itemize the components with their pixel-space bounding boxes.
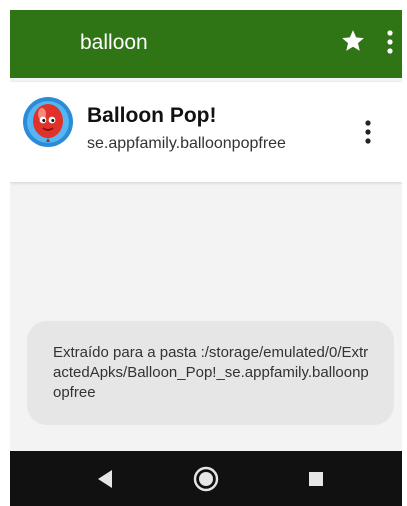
app-name: Balloon Pop! [87, 104, 217, 127]
toast-message: Extraído para a pasta :/storage/emulated… [27, 321, 394, 425]
star-icon[interactable] [340, 28, 366, 54]
recents-icon[interactable] [302, 465, 330, 493]
app-screen: balloon Balloon Pop! se.appfamily.balloo… [10, 10, 402, 506]
top-app-bar: balloon [10, 10, 402, 78]
more-vert-icon[interactable] [382, 28, 398, 56]
app-list-item[interactable]: Balloon Pop! se.appfamily.balloonpopfree [10, 82, 402, 182]
more-vert-icon[interactable] [360, 118, 376, 146]
search-query-text[interactable]: balloon [80, 31, 148, 55]
back-icon[interactable] [92, 465, 120, 493]
navigation-bar [10, 451, 402, 506]
home-icon[interactable] [192, 465, 220, 493]
app-package-name: se.appfamily.balloonpopfree [87, 135, 286, 152]
toast-text: Extraído para a pasta :/storage/emulated… [53, 344, 369, 401]
balloon-app-icon [23, 97, 73, 147]
